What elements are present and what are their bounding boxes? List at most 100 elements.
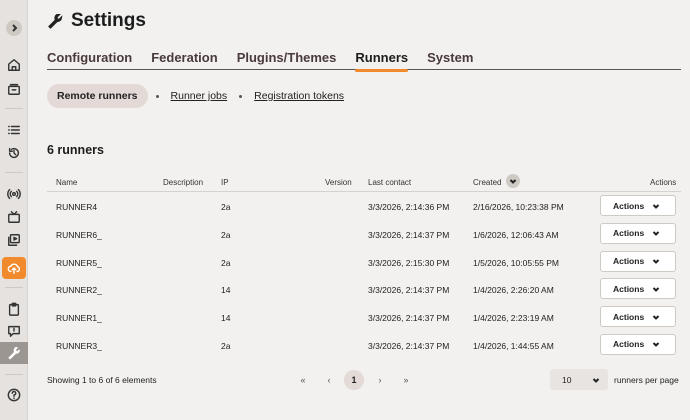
sidebar-item-settings[interactable] bbox=[0, 342, 28, 364]
col-actions: Actions bbox=[650, 178, 677, 187]
list-icon bbox=[8, 125, 20, 135]
actions-label: Actions bbox=[613, 200, 645, 211]
page-title: Settings bbox=[71, 10, 146, 31]
page-header: Settings bbox=[47, 10, 146, 32]
sidebar-item-broadcast[interactable] bbox=[2, 183, 26, 205]
table-row: RUNNER6_ 2a 3/3/2026, 2:14:37 PM 1/6/202… bbox=[47, 220, 681, 248]
table-row: RUNNER4 2a 3/3/2026, 2:14:36 PM 2/16/202… bbox=[47, 192, 681, 220]
runner-ip: 2a bbox=[221, 340, 231, 351]
runner-last-contact: 3/3/2026, 2:14:36 PM bbox=[368, 202, 450, 212]
sidebar-item-home[interactable] bbox=[2, 54, 26, 76]
chevron-right-icon bbox=[12, 24, 18, 32]
runner-name: RUNNER3_ bbox=[56, 340, 102, 351]
subnav-remote-runners[interactable]: Remote runners bbox=[47, 84, 148, 108]
broadcast-icon bbox=[7, 188, 21, 200]
runner-last-contact: 3/3/2026, 2:15:30 PM bbox=[368, 257, 450, 268]
actions-button[interactable]: Actions bbox=[600, 306, 676, 328]
runner-last-contact: 3/3/2026, 2:14:37 PM bbox=[368, 229, 450, 240]
col-description: Description bbox=[163, 178, 204, 187]
sidebar-item-upload[interactable] bbox=[2, 257, 26, 279]
runner-created: 1/4/2026, 1:44:55 AM bbox=[473, 340, 554, 351]
settings-tabs: Configuration Federation Plugins/Themes … bbox=[47, 50, 681, 72]
videos-icon bbox=[8, 234, 20, 246]
sort-created-button[interactable] bbox=[506, 174, 520, 188]
table-row: RUNNER1_ 14 3/3/2026, 2:14:37 PM 1/4/202… bbox=[47, 303, 681, 331]
subnav-registration-tokens[interactable]: Registration tokens bbox=[254, 90, 344, 102]
tv-icon bbox=[8, 211, 20, 223]
table-footer: Showing 1 to 6 of 6 elements « ‹ 1 › » 1… bbox=[47, 366, 681, 394]
sidebar-item-help[interactable] bbox=[2, 384, 26, 406]
sidebar-item-comments[interactable] bbox=[2, 320, 26, 342]
runner-last-contact: 3/3/2026, 2:14:37 PM bbox=[368, 340, 450, 351]
col-ip[interactable]: IP bbox=[221, 178, 229, 187]
chevron-down-icon bbox=[652, 259, 660, 265]
comment-icon bbox=[8, 325, 20, 337]
runner-ip: 2a bbox=[221, 229, 231, 240]
runners-table: Name Description IP Version Last contact… bbox=[47, 172, 681, 359]
chevron-down-icon bbox=[652, 203, 660, 209]
actions-label: Actions bbox=[613, 228, 645, 239]
runner-name: RUNNER5_ bbox=[56, 257, 102, 268]
pagination-summary: Showing 1 to 6 of 6 elements bbox=[47, 375, 157, 385]
tab-runners[interactable]: Runners bbox=[355, 50, 408, 72]
tab-system[interactable]: System bbox=[427, 50, 473, 69]
col-created[interactable]: Created bbox=[473, 178, 501, 187]
runner-created: 2/16/2026, 10:23:38 PM bbox=[473, 202, 564, 212]
wrench-icon bbox=[48, 14, 63, 29]
actions-button[interactable]: Actions bbox=[600, 195, 676, 216]
prev-page-button[interactable]: ‹ bbox=[319, 370, 339, 390]
actions-button[interactable]: Actions bbox=[600, 278, 676, 300]
library-icon bbox=[8, 83, 20, 95]
sidebar-collapse-button[interactable] bbox=[6, 20, 22, 36]
runners-subnav: Remote runners Runner jobs Registration … bbox=[47, 84, 344, 108]
runner-ip: 2a bbox=[221, 202, 231, 212]
actions-button[interactable]: Actions bbox=[600, 222, 676, 244]
last-page-button[interactable]: » bbox=[396, 370, 416, 390]
runner-ip: 14 bbox=[221, 285, 231, 296]
history-icon bbox=[8, 147, 20, 159]
per-page-label: runners per page bbox=[614, 375, 679, 385]
per-page-select[interactable]: 10 bbox=[550, 369, 608, 390]
chevron-down-icon bbox=[652, 287, 660, 292]
runner-created: 1/4/2026, 2:23:19 AM bbox=[473, 313, 554, 324]
runner-created: 1/6/2026, 12:06:43 AM bbox=[473, 229, 559, 240]
col-last-contact[interactable]: Last contact bbox=[368, 178, 411, 187]
page-1-button[interactable]: 1 bbox=[344, 370, 364, 390]
sidebar-item-videos[interactable] bbox=[2, 229, 26, 251]
col-version[interactable]: Version bbox=[325, 178, 352, 187]
col-name[interactable]: Name bbox=[56, 178, 77, 187]
sidebar-item-list[interactable] bbox=[2, 119, 26, 141]
tab-plugins-themes[interactable]: Plugins/Themes bbox=[237, 50, 337, 69]
table-row: RUNNER2_ 14 3/3/2026, 2:14:37 PM 1/4/202… bbox=[47, 275, 681, 303]
tab-configuration[interactable]: Configuration bbox=[47, 50, 132, 69]
wrench-icon bbox=[8, 347, 20, 360]
runner-created: 1/4/2026, 2:26:20 AM bbox=[473, 285, 554, 296]
table-row: RUNNER3_ 2a 3/3/2026, 2:14:37 PM 1/4/202… bbox=[47, 331, 681, 359]
sidebar-item-history[interactable] bbox=[2, 142, 26, 164]
runner-name: RUNNER1_ bbox=[56, 313, 102, 324]
runner-ip: 2a bbox=[221, 257, 231, 268]
actions-button[interactable]: Actions bbox=[600, 333, 676, 355]
runner-name: RUNNER6_ bbox=[56, 229, 102, 240]
runner-name: RUNNER2_ bbox=[56, 285, 102, 296]
tab-federation[interactable]: Federation bbox=[151, 50, 217, 69]
sidebar-divider bbox=[5, 287, 23, 288]
next-page-button[interactable]: › bbox=[370, 370, 390, 390]
runner-last-contact: 3/3/2026, 2:14:37 PM bbox=[368, 285, 450, 296]
separator-dot bbox=[239, 94, 243, 98]
table-header: Name Description IP Version Last contact… bbox=[47, 172, 681, 192]
sidebar-item-library[interactable] bbox=[2, 78, 26, 100]
per-page-value: 10 bbox=[562, 374, 572, 385]
runner-created: 1/5/2026, 10:05:55 PM bbox=[473, 257, 560, 268]
table-row: RUNNER5_ 2a 3/3/2026, 2:15:30 PM 1/5/202… bbox=[47, 248, 681, 276]
sidebar-item-tv[interactable] bbox=[2, 206, 26, 228]
first-page-button[interactable]: « bbox=[293, 370, 313, 390]
sidebar-item-admin[interactable] bbox=[2, 298, 26, 320]
runner-name: RUNNER4 bbox=[56, 202, 98, 212]
chevron-down-icon bbox=[592, 378, 600, 383]
chevron-down-icon bbox=[652, 342, 660, 348]
chevron-down-icon bbox=[652, 314, 660, 320]
actions-label: Actions bbox=[613, 339, 645, 350]
actions-button[interactable]: Actions bbox=[600, 250, 676, 272]
subnav-runner-jobs[interactable]: Runner jobs bbox=[171, 90, 228, 102]
